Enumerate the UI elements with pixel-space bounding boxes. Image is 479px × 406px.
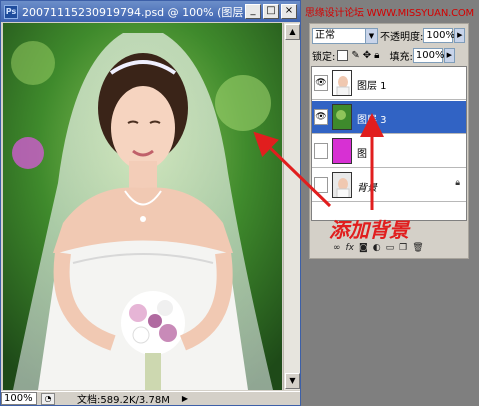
site-watermark: 思缘设计论坛 WWW.MISSYUAN.COM — [305, 8, 474, 19]
zoom-field[interactable]: 100% — [1, 392, 37, 405]
layer-row-3[interactable]: 👁︎ 图层 3 — [312, 101, 466, 134]
document-size: 文档:589.2K/3.78M — [77, 395, 170, 406]
lock-move-icon[interactable]: ✥ — [363, 50, 371, 61]
fill-label: 填充: — [389, 52, 413, 63]
status-info-icon[interactable]: ◔ — [41, 392, 55, 405]
opacity-slider-icon[interactable]: ▶ — [454, 28, 466, 43]
lock-transparency-icon[interactable] — [337, 50, 349, 61]
opacity-field[interactable]: 100% — [423, 28, 455, 43]
maximize-button[interactable]: □ — [263, 4, 279, 19]
image-canvas[interactable] — [3, 23, 282, 390]
bride-photo — [3, 23, 282, 390]
lock-icon: 🔒︎ — [455, 178, 460, 188]
layer-name: 图层 1 — [357, 81, 387, 92]
fill-slider-icon[interactable]: ▶ — [443, 48, 455, 63]
status-menu-icon[interactable]: ▶ — [182, 394, 188, 403]
lock-label: 锁定: — [312, 52, 336, 63]
layer-thumbnail — [332, 104, 352, 130]
layers-list: 👁︎ 图层 1 👁︎ 图层 3 图 背景 🔒︎ — [311, 66, 467, 221]
eye-icon[interactable]: 👁︎ — [314, 109, 328, 125]
eye-icon[interactable]: 👁︎ — [314, 75, 328, 91]
layer-thumbnail — [332, 70, 352, 96]
document-titlebar[interactable]: Ps 20071115230919794.psd @ 100% (图层 3...… — [1, 1, 300, 22]
eye-hidden-icon[interactable] — [314, 143, 328, 159]
status-bar: 100% ◔ 文档:589.2K/3.78M ▶ — [1, 391, 300, 406]
layer-name: 背景 — [357, 183, 377, 194]
layer-row-1[interactable]: 👁︎ 图层 1 — [312, 67, 466, 100]
adjustment-icon[interactable]: ◐ — [373, 243, 381, 253]
eye-hidden-icon[interactable] — [314, 177, 328, 193]
layer-row-2[interactable]: 图 — [312, 135, 466, 168]
chevron-down-icon: ▼ — [365, 28, 377, 43]
layer-thumbnail — [332, 138, 352, 164]
new-layer-icon[interactable]: ❐ — [399, 243, 407, 253]
fill-field[interactable]: 100% — [412, 48, 444, 63]
vertical-scrollbar[interactable]: ▲ ▼ — [283, 23, 300, 390]
minimize-button[interactable]: _ — [245, 4, 261, 19]
folder-icon[interactable]: ▭ — [386, 243, 395, 253]
photoshop-icon: Ps — [4, 4, 18, 19]
link-icon[interactable]: ∞ — [333, 243, 341, 253]
scroll-up-icon[interactable]: ▲ — [285, 24, 300, 40]
layer-thumbnail — [332, 172, 352, 198]
layer-row-background[interactable]: 背景 🔒︎ — [312, 169, 466, 202]
trash-icon[interactable]: 🗑︎ — [412, 243, 423, 253]
annotation-text: 添加背景 — [329, 218, 409, 242]
lock-all-icon[interactable]: 🔒︎ — [374, 50, 379, 61]
lock-paint-icon[interactable]: ✎ — [351, 50, 359, 61]
fx-icon[interactable]: fx — [346, 243, 355, 253]
layer-name: 图 — [357, 149, 367, 160]
close-button[interactable]: × — [281, 4, 297, 19]
scroll-down-icon[interactable]: ▼ — [285, 373, 300, 389]
blend-mode-select[interactable]: 正常 ▼ — [312, 27, 378, 44]
document-window: Ps 20071115230919794.psd @ 100% (图层 3...… — [0, 0, 301, 406]
layer-name: 图层 3 — [357, 115, 387, 126]
blend-mode-value: 正常 — [315, 29, 335, 41]
mask-icon[interactable]: ◙ — [359, 243, 368, 253]
opacity-label: 不透明度: — [380, 32, 424, 43]
document-title: 20071115230919794.psd @ 100% (图层 3... — [22, 5, 250, 19]
